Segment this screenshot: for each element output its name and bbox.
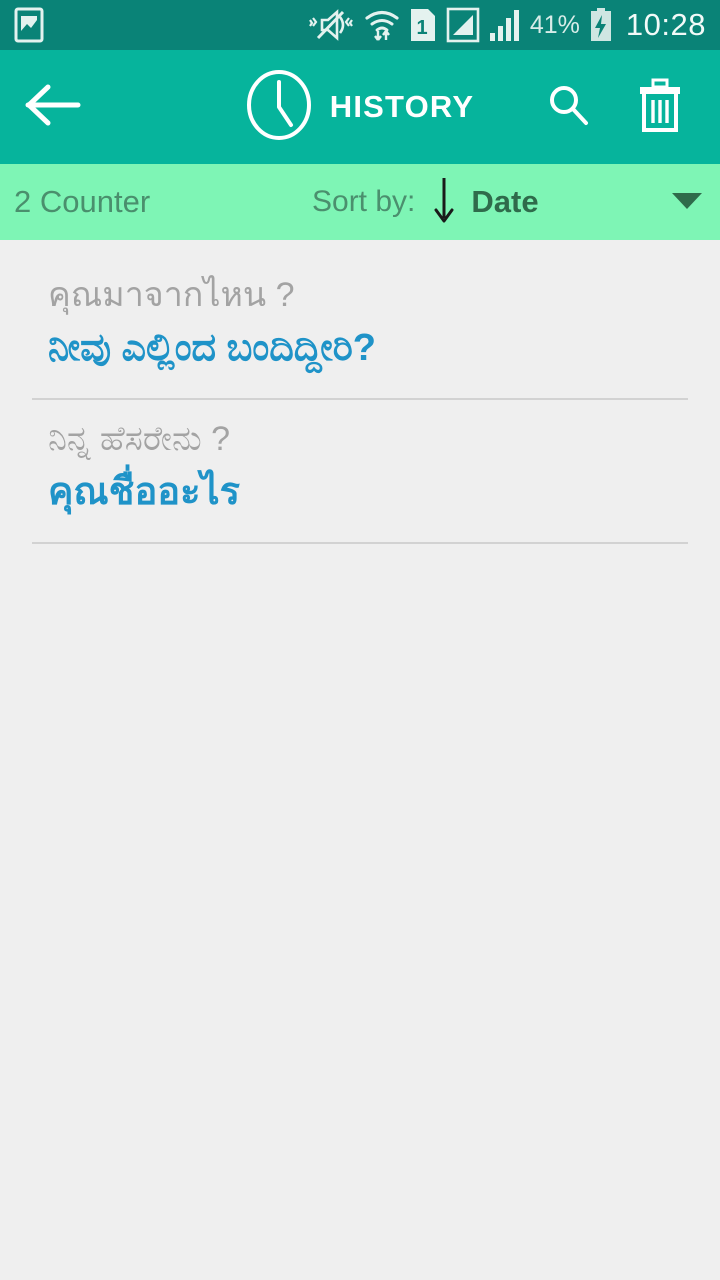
caret-down-icon [670,192,704,215]
signal-bars-icon [489,7,521,43]
list-divider [32,542,688,544]
counter-label: 2 Counter [14,184,151,219]
history-source-text: ನಿನ್ನ ಹೆಸರೇನು ? [48,420,231,458]
status-clock: 10:28 [625,7,706,42]
battery-percent-label: 41% [529,10,580,39]
app-screen: 1 41% 10:28 HISTORY 2 Counter Sort by: D… [0,0,720,1280]
sort-bar: 2 Counter Sort by: Date [0,164,720,240]
list-item[interactable]: คุณมาจากไหน ? ನೀವು ಎಲ್ಲಿಂದ ಬಂದಿದ್ದೀರಿ? [0,256,720,372]
wifi-transfer-icon [364,7,400,43]
search-button[interactable] [540,79,596,135]
sort-by-label: Sort by: [312,185,416,218]
arrow-left-icon [24,83,82,132]
sort-selector[interactable]: Sort by: Date [312,174,539,231]
sort-value-label: Date [471,184,539,219]
status-bar: 1 41% 10:28 [0,0,720,50]
history-translation-text: คุณชื่ออะไร [48,470,241,513]
battery-charging-icon [589,7,613,43]
list-item[interactable]: ನಿನ್ನ ಹೆಸರೇನು ? คุณชื่ออะไร [0,400,720,516]
screenshot-icon [14,7,44,43]
search-icon [545,82,591,133]
history-source-text: คุณมาจากไหน ? [48,276,295,314]
status-bar-left [14,7,44,43]
arrow-down-icon [431,174,457,231]
sort-dropdown-button[interactable] [670,189,704,216]
clock-icon [246,69,312,146]
history-translation-text: ನೀವು ಎಲ್ಲಿಂದ ಬಂದಿದ್ದೀರಿ? [48,326,376,369]
history-list: คุณมาจากไหน ? ನೀವು ಎಲ್ಲಿಂದ ಬಂದಿದ್ದೀರಿ? ನ… [0,240,720,544]
toolbar-actions [540,78,688,135]
back-button[interactable] [24,78,82,136]
vibrate-mute-icon [308,8,355,42]
status-bar-right: 1 41% 10:28 [308,7,706,43]
page-title: HISTORY [329,89,475,124]
app-toolbar: HISTORY [0,50,720,164]
sim-1-icon: 1 [409,7,437,43]
svg-text:1: 1 [416,17,427,39]
trash-icon [635,76,685,139]
delete-all-button[interactable] [632,78,688,135]
signal-bars-boxed-icon [446,7,480,43]
